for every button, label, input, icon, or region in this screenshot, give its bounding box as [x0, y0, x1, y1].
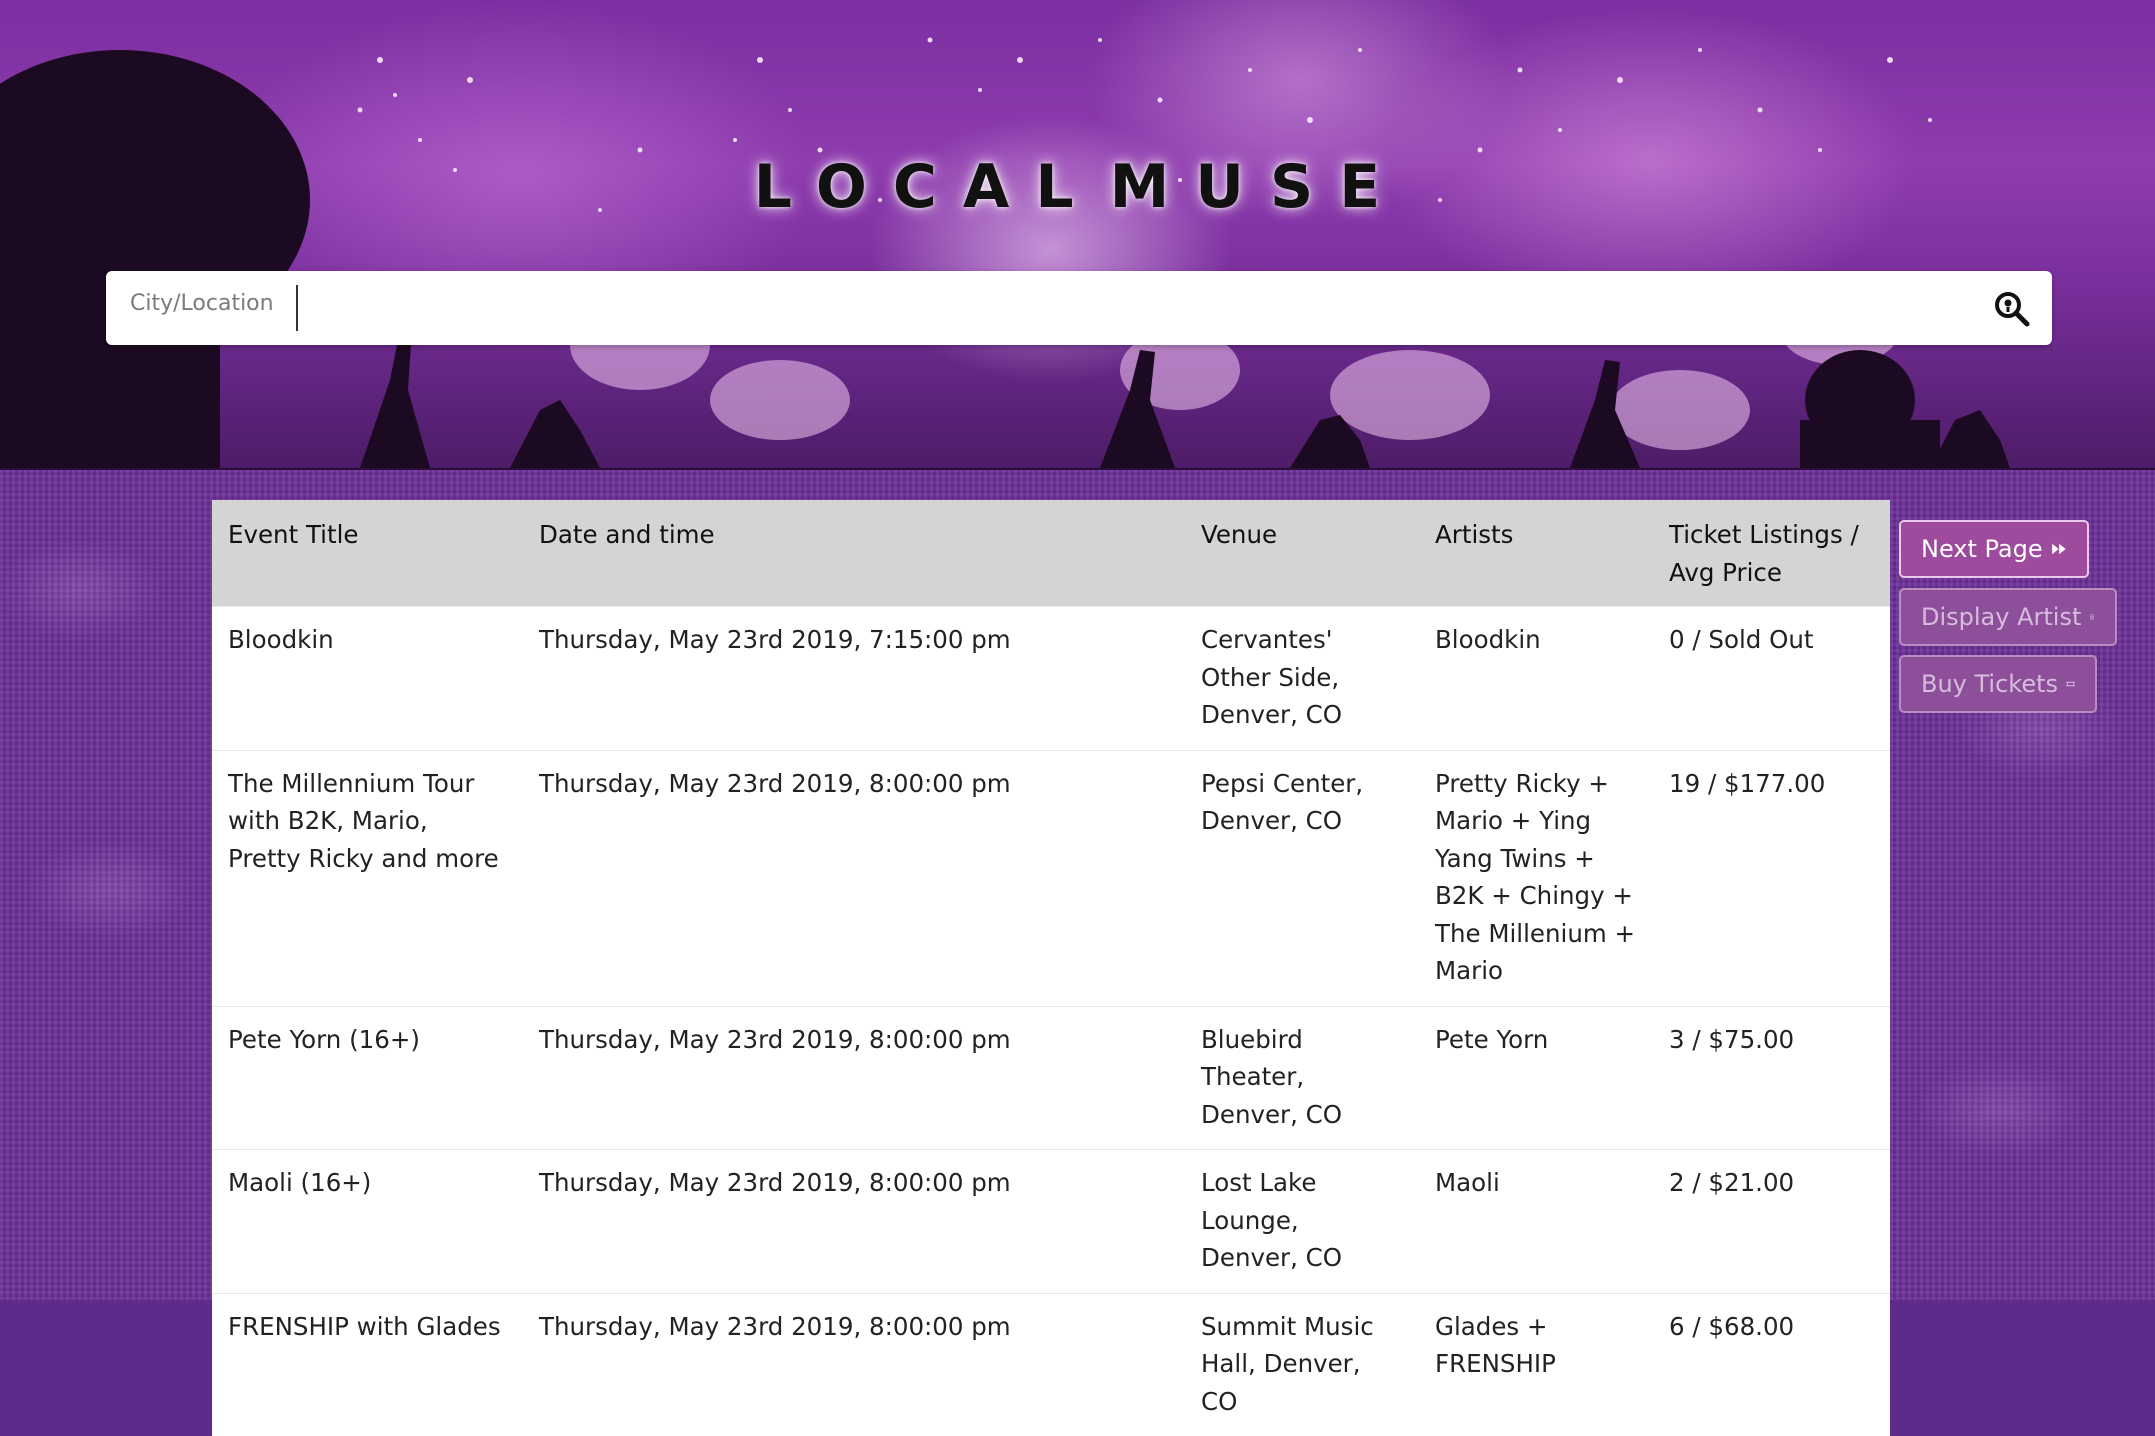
location-search-input[interactable] — [296, 285, 1996, 331]
search-location-icon[interactable] — [1992, 289, 2032, 329]
venue-cell: Lost Lake Lounge, Denver, CO — [1185, 1149, 1419, 1293]
table-header-row: Event Title Date and time Venue Artists … — [212, 500, 1890, 607]
event-title-cell: The Millennium Tour with B2K, Mario, Pre… — [212, 749, 523, 1006]
header-tickets: Ticket Listings / Avg Price — [1653, 500, 1890, 607]
local-muse-logo: LOCAL MUSE — [754, 152, 1380, 222]
table-row[interactable]: Bloodkin Thursday, May 23rd 2019, 7:15:0… — [212, 606, 1890, 750]
event-title-cell: Maoli (16+) — [212, 1149, 523, 1293]
venue-cell: Cervantes' Other Side, Denver, CO — [1185, 606, 1419, 750]
display-artist-button[interactable]: Display Artist — [1899, 588, 2117, 646]
location-search-bar: City/Location — [106, 271, 2052, 345]
table-row[interactable]: Pete Yorn (16+) Thursday, May 23rd 2019,… — [212, 1005, 1890, 1150]
tickets-cell: 3 / $75.00 — [1653, 1005, 1890, 1150]
venue-cell: Bluebird Theater, Denver, CO — [1185, 1005, 1419, 1150]
table-row[interactable]: Maoli (16+) Thursday, May 23rd 2019, 8:0… — [212, 1149, 1890, 1293]
venue-cell: Summit Music Hall, Denver, CO — [1185, 1292, 1419, 1436]
date-time-cell: Thursday, May 23rd 2019, 7:15:00 pm — [523, 606, 1185, 750]
logo-text-left: LOCAL — [753, 152, 1100, 222]
display-artist-label: Display Artist — [1921, 603, 2082, 631]
contact-card-icon — [2090, 614, 2095, 620]
ticket-icon — [2066, 681, 2075, 687]
date-time-cell: Thursday, May 23rd 2019, 8:00:00 pm — [523, 749, 1185, 1006]
tickets-cell: 0 / Sold Out — [1653, 606, 1890, 750]
buy-tickets-button[interactable]: Buy Tickets — [1899, 655, 2097, 713]
buy-tickets-label: Buy Tickets — [1921, 670, 2059, 698]
date-time-cell: Thursday, May 23rd 2019, 8:00:00 pm — [523, 1292, 1185, 1436]
events-table: Event Title Date and time Venue Artists … — [212, 500, 1890, 1436]
next-page-label: Next Page — [1921, 535, 2043, 563]
header-date-time: Date and time — [523, 500, 1185, 607]
date-time-cell: Thursday, May 23rd 2019, 8:00:00 pm — [523, 1149, 1185, 1293]
table-row[interactable]: The Millennium Tour with B2K, Mario, Pre… — [212, 749, 1890, 1006]
hero-banner: LOCAL MUSE City/Location — [0, 0, 2155, 468]
date-time-cell: Thursday, May 23rd 2019, 8:00:00 pm — [523, 1005, 1185, 1150]
header-venue: Venue — [1185, 500, 1419, 607]
tickets-cell: 6 / $68.00 — [1653, 1292, 1890, 1436]
artists-cell: Bloodkin — [1419, 606, 1653, 750]
venue-cell: Pepsi Center, Denver, CO — [1185, 749, 1419, 1006]
artists-cell: Pete Yorn — [1419, 1005, 1653, 1150]
header-artists: Artists — [1419, 500, 1653, 607]
next-page-button[interactable]: Next Page — [1899, 520, 2089, 578]
event-title-cell: Pete Yorn (16+) — [212, 1005, 523, 1150]
search-label: City/Location — [130, 291, 274, 316]
concert-background-image — [0, 37, 2010, 468]
event-title-cell: Bloodkin — [212, 606, 523, 750]
fast-forward-icon — [2051, 543, 2066, 555]
tickets-cell: 2 / $21.00 — [1653, 1149, 1890, 1293]
logo-text-right: MUSE — [1109, 152, 1407, 222]
artists-cell: Glades + FRENSHIP — [1419, 1292, 1653, 1436]
tickets-cell: 19 / $177.00 — [1653, 749, 1890, 1006]
header-event-title: Event Title — [212, 500, 523, 607]
event-title-cell: FRENSHIP with Glades — [212, 1292, 523, 1436]
artists-cell: Maoli — [1419, 1149, 1653, 1293]
artists-cell: Pretty Ricky + Mario + Ying Yang Twins +… — [1419, 749, 1653, 1006]
table-row[interactable]: FRENSHIP with Glades Thursday, May 23rd … — [212, 1292, 1890, 1436]
